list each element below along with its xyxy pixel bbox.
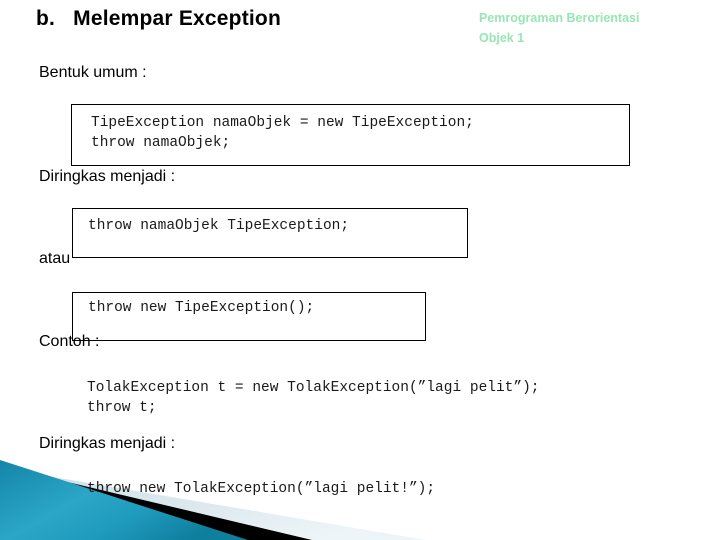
label-diringkas-menjadi-1: Diringkas menjadi : <box>39 168 176 185</box>
label-bentuk-umum: Bentuk umum : <box>39 64 147 81</box>
label-diringkas-menjadi-2: Diringkas menjadi : <box>39 435 176 452</box>
page-title: b. Melempar Exception <box>36 7 281 30</box>
code-text: throw new TipeException(); <box>88 300 315 316</box>
code-block-diringkas-1: throw namaObjek TipeException; <box>72 208 468 258</box>
black-triangle <box>0 466 312 540</box>
slide-canvas: b. Melempar Exception Pemrograman Berori… <box>0 0 720 540</box>
label-atau: atau <box>39 250 71 267</box>
code-block-diringkas-2: throw new TolakException(”lagi pelit!”); <box>87 481 436 497</box>
code-text: TipeException namaObjek = new TipeExcept… <box>91 115 474 151</box>
code-text: throw namaObjek TipeException; <box>88 218 350 234</box>
code-block-atau: throw new TipeException(); <box>72 292 426 341</box>
course-subtitle: Pemrograman Berorientasi Objek 1 <box>479 11 640 45</box>
label-contoh: Contoh : <box>39 333 100 350</box>
code-block-bentuk-umum: TipeException namaObjek = new TipeExcept… <box>71 104 630 166</box>
teal-triangle <box>0 460 248 540</box>
code-block-contoh: TolakException t = new TolakException(”l… <box>87 380 540 416</box>
